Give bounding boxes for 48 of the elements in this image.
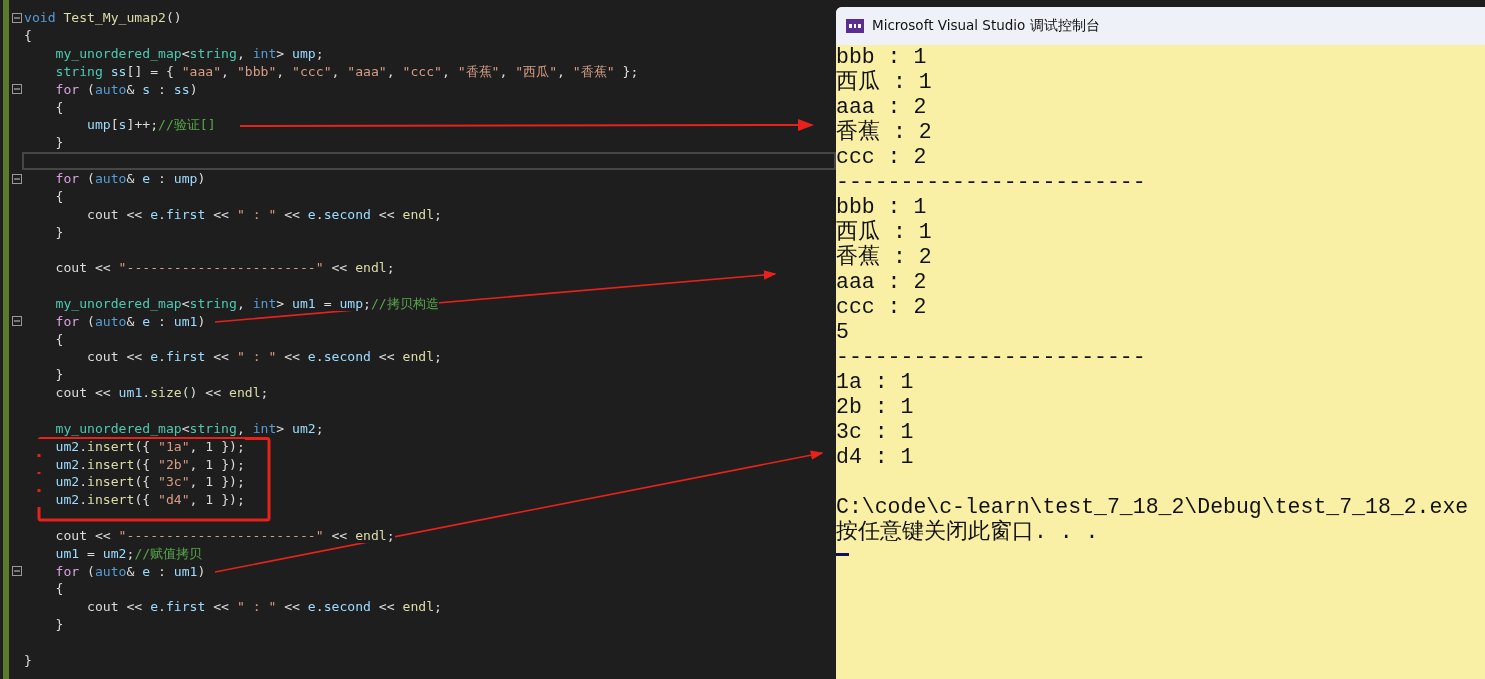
code-line: cout << um1.size() << endl;: [24, 384, 269, 402]
code-line: for (auto& e : um1): [24, 562, 206, 580]
console-app-icon: [846, 19, 864, 33]
collapse-icon[interactable]: [11, 316, 22, 327]
code-line: cout << "------------------------" << endl;: [24, 526, 395, 544]
console-output-line: ------------------------: [836, 170, 1146, 194]
console-output-line: d4 : 1: [836, 445, 914, 469]
console-output-line: ------------------------: [836, 345, 1146, 369]
code-line: for (auto& s : ss): [24, 80, 198, 98]
code-line: string ss[] = { "aaa", "bbb", "ccc", "aaa", "ccc", "香蕉", "西瓜", "香蕉" };: [24, 62, 639, 80]
console-output-line: 3c : 1: [836, 420, 914, 444]
code-line: um2.insert({ "2b", 1 });: [24, 455, 245, 473]
code-line: my_unordered_map<string, int> ump;: [24, 45, 324, 63]
code-line: cout << e.first << " : " << e.second << endl;: [24, 348, 442, 366]
console-output-line: 按任意键关闭此窗口. . .: [836, 520, 1099, 544]
code-line: um2.insert({ "3c", 1 });: [24, 473, 245, 491]
console-output-line: 西瓜 : 1: [836, 70, 932, 94]
console-output-line: 5: [836, 320, 849, 344]
code-line: um2.insert({ "d4", 1 });: [24, 491, 245, 509]
code-line: um2.insert({ "1a", 1 });: [24, 437, 245, 455]
collapse-icon[interactable]: [11, 566, 22, 577]
console-output-line: bbb : 1: [836, 45, 927, 69]
collapse-icon[interactable]: [11, 173, 22, 184]
code-line: void Test_My_umap2(): [24, 9, 182, 27]
code-line: my_unordered_map<string, int> um2;: [24, 419, 324, 437]
collapse-icon[interactable]: [11, 12, 22, 23]
collapse-icon[interactable]: [11, 84, 22, 95]
window-title: Microsoft Visual Studio 调试控制台: [872, 17, 1100, 35]
code-line: cout << e.first << " : " << e.second << endl;: [24, 598, 442, 616]
code-line: cout << e.first << " : " << e.second << endl;: [24, 205, 442, 223]
code-line: my_unordered_map<string, int> um1 = ump;//拷贝构造: [24, 294, 439, 312]
console-output-line: 2b : 1: [836, 395, 914, 419]
code-line: ump[s]++;//验证[]: [24, 116, 216, 134]
code-line: cout << "------------------------" << endl;: [24, 259, 395, 277]
console-output-line: bbb : 1: [836, 195, 927, 219]
console-output-line: 西瓜 : 1: [836, 220, 932, 244]
console-output-line: 香蕉 : 2: [836, 120, 932, 144]
text-cursor: [836, 553, 849, 556]
console-output-line: ccc : 2: [836, 145, 927, 169]
console-output-line: 1a : 1: [836, 370, 914, 394]
code-line: for (auto& e : ump): [24, 170, 206, 187]
code-line: for (auto& e : um1): [24, 312, 206, 330]
console-output-line: ccc : 2: [836, 295, 927, 319]
code-line: um1 = um2;//赋值拷贝: [24, 544, 203, 562]
console-output-line: C:\code\c-learn\test_7_18_2\Debug\test_7_18_2.exe: [836, 495, 1469, 519]
console-output-line: 香蕉 : 2: [836, 245, 932, 269]
console-output-line: aaa : 2: [836, 270, 927, 294]
console-output-line: aaa : 2: [836, 95, 927, 119]
